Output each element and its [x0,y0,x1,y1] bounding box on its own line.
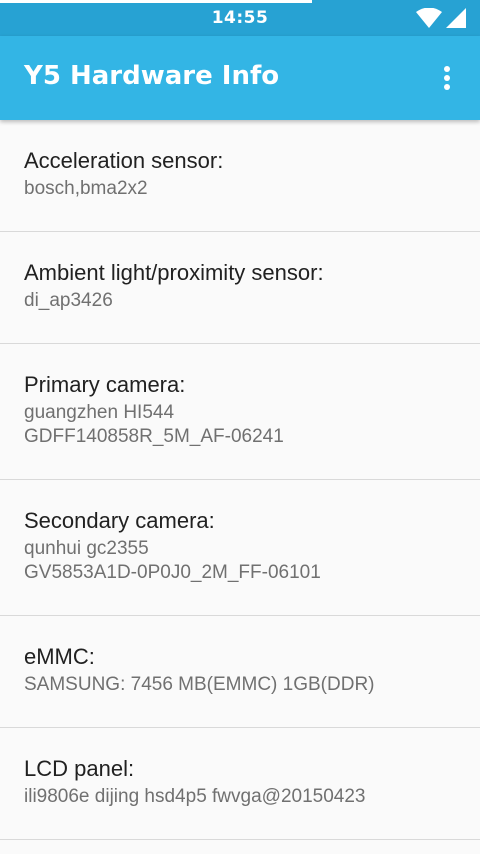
list-item-ambient-light-sensor[interactable]: Ambient light/proximity sensor: di_ap342… [0,232,480,344]
list-item-lcd-panel[interactable]: LCD panel: ili9806e dijing hsd4p5 fwvga@… [0,728,480,840]
item-label: eMMC: [24,644,95,669]
item-value: guangzhen HI544 [24,402,175,423]
item-value: SAMSUNG: 7456 MB(EMMC) 1GB(DDR) [24,674,375,695]
item-value: di_ap3426 [24,290,113,311]
list-item-emmc[interactable]: eMMC: SAMSUNG: 7456 MB(EMMC) 1GB(DDR) [0,616,480,728]
item-value: bosch,bma2x2 [24,178,148,199]
app-bar: Y5 Hardware Info [0,36,480,120]
overflow-menu-icon[interactable] [432,58,462,98]
hardware-info-list: Acceleration sensor: bosch,bma2x2 Ambien… [0,120,480,840]
item-value-line-2: GDFF140858R_5M_AF-06241 [24,426,284,447]
status-clock: 14:55 [211,8,269,28]
status-bar-progress-line [0,0,312,3]
item-label: Primary camera: [24,372,186,397]
app-title: Y5 Hardware Info [24,61,280,91]
item-label: Acceleration sensor: [24,148,224,173]
menu-dot [444,75,450,81]
status-bar: 14:55 [0,0,480,36]
list-item-primary-camera[interactable]: Primary camera: guangzhen HI544 GDFF1408… [0,344,480,480]
item-label: LCD panel: [24,756,135,781]
item-value: qunhui gc2355 [24,538,149,559]
list-item-secondary-camera[interactable]: Secondary camera: qunhui gc2355 GV5853A1… [0,480,480,616]
menu-dot [444,84,450,90]
cellular-signal-icon [446,8,466,28]
menu-dot [444,66,450,72]
wifi-icon [416,8,442,28]
item-label: Secondary camera: [24,508,215,533]
item-label: Ambient light/proximity sensor: [24,260,324,285]
item-value-line-2: GV5853A1D-0P0J0_2M_FF-06101 [24,562,321,583]
item-value: ili9806e dijing hsd4p5 fwvga@20150423 [24,786,366,807]
list-item-acceleration-sensor[interactable]: Acceleration sensor: bosch,bma2x2 [0,120,480,232]
